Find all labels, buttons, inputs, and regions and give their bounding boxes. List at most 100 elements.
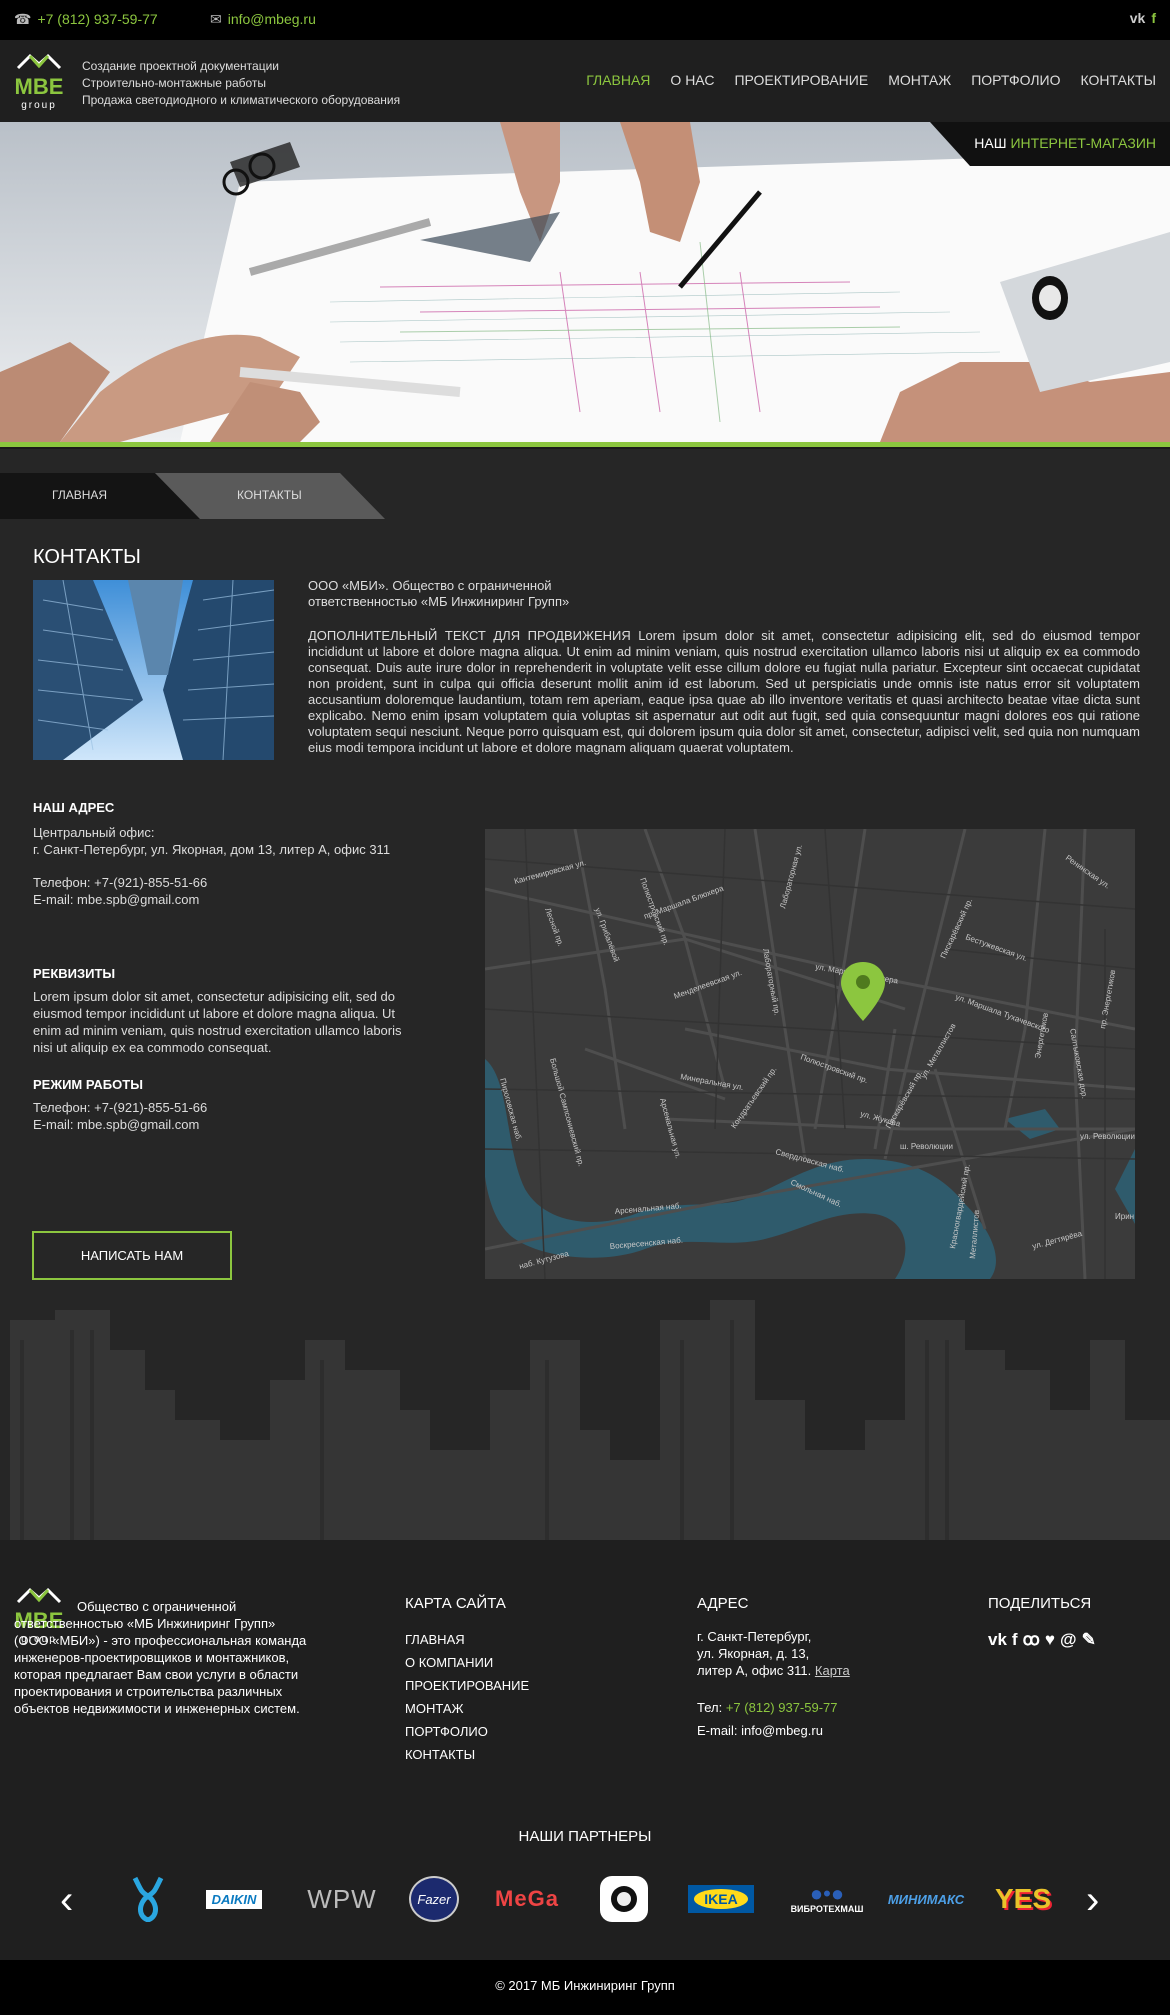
breadcrumb-current-label: КОНТАКТЫ bbox=[237, 488, 302, 502]
top-phone-link[interactable]: ☎ +7 (812) 937-59-77 bbox=[14, 11, 158, 28]
partner-yes-text[interactable]: YES bbox=[995, 1883, 1051, 1915]
partner-logo-minimax[interactable]: МИНИМАКС bbox=[885, 1876, 967, 1922]
write-us-button[interactable]: НАПИСАТЬ НАМ bbox=[32, 1231, 232, 1280]
carousel-prev-icon[interactable]: ‹ bbox=[60, 1878, 73, 1923]
top-social: vk f bbox=[1124, 10, 1156, 26]
dark-divider bbox=[0, 447, 1170, 449]
footer-email-label: E-mail: bbox=[697, 1723, 738, 1738]
carousel-next-icon[interactable]: › bbox=[1086, 1878, 1099, 1923]
partner-ikea-text[interactable]: IKEA bbox=[694, 1889, 748, 1909]
partners-carousel: ‹ DAIKIN WPW Fazer MeGa IKEA ●•● ВИБРОТЕ… bbox=[0, 1868, 1170, 1930]
top-phone-text[interactable]: +7 (812) 937-59-77 bbox=[37, 11, 157, 27]
company-name: ООО «МБИ». Общество с ограниченной ответ… bbox=[308, 578, 570, 609]
twitter-icon[interactable]: ♥ bbox=[1045, 1630, 1055, 1650]
hours-heading: РЕЖИМ РАБОТЫ bbox=[33, 1077, 143, 1092]
phone-icon: ☎ bbox=[14, 11, 32, 27]
address-heading: НАШ АДРЕС bbox=[33, 800, 115, 815]
logo-text: MBE bbox=[15, 74, 64, 99]
nav-installation[interactable]: МОНТАЖ bbox=[888, 72, 951, 88]
footer-address: г. Санкт-Петербург, ул. Якорная, д. 13, … bbox=[697, 1628, 850, 1679]
nav-home[interactable]: ГЛАВНАЯ bbox=[586, 72, 650, 88]
footer-address-line: литер А, офис 311. bbox=[697, 1663, 812, 1678]
footer-about: Общество с ограниченной ответственностью… bbox=[14, 1599, 307, 1716]
main-nav: ГЛАВНАЯ О НАС ПРОЕКТИРОВАНИЕ МОНТАЖ ПОРТ… bbox=[586, 72, 1156, 88]
hours-email[interactable]: E-mail: mbe.spb@gmail.com bbox=[33, 1116, 408, 1133]
nav-contacts[interactable]: КОНТАКТЫ bbox=[1080, 72, 1156, 88]
map-street: ш. Революции bbox=[900, 1142, 953, 1151]
footer-contacts: Тел: +7 (812) 937-59-77 E-mail: info@mbe… bbox=[697, 1696, 838, 1742]
partner-logo-wpw[interactable]: WPW bbox=[300, 1876, 384, 1922]
share-heading: ПОДЕЛИТЬСЯ bbox=[988, 1595, 1092, 1612]
odnoklassniki-icon[interactable]: ꝏ bbox=[1023, 1630, 1040, 1650]
partner-logo-fazer[interactable]: Fazer bbox=[408, 1876, 460, 1922]
sitemap-portfolio[interactable]: ПОРТФОЛИО bbox=[405, 1720, 529, 1743]
address-block: Центральный офис: г. Санкт-Петербург, ул… bbox=[33, 824, 408, 908]
partner-wpw-text[interactable]: WPW bbox=[307, 1884, 376, 1914]
top-email-link[interactable]: ✉ info@mbeg.ru bbox=[210, 11, 316, 28]
tagline-line: Строительно-монтажные работы bbox=[82, 76, 267, 90]
footer-address-heading: АДРЕС bbox=[697, 1595, 749, 1612]
partner-logo-mega[interactable]: MeGa bbox=[485, 1876, 569, 1922]
sitemap-design[interactable]: ПРОЕКТИРОВАНИЕ bbox=[405, 1674, 529, 1697]
city-skyline bbox=[0, 1280, 1170, 1540]
facebook-icon[interactable]: f bbox=[1012, 1630, 1018, 1650]
online-shop-link[interactable]: НАШ ИНТЕРНЕТ-МАГАЗИН bbox=[930, 122, 1170, 166]
shop-prefix[interactable]: НАШ bbox=[974, 135, 1006, 151]
shop-label[interactable]: ИНТЕРНЕТ-МАГАЗИН bbox=[1010, 135, 1156, 151]
footer-map-link[interactable]: Карта bbox=[815, 1663, 850, 1678]
hours-block: Телефон: +7-(921)-855-51-66 E-mail: mbe.… bbox=[33, 1099, 408, 1133]
logo-sub: group bbox=[21, 100, 57, 111]
logo[interactable]: MBE group bbox=[14, 50, 64, 112]
mail-icon[interactable]: @ bbox=[1060, 1630, 1077, 1650]
partner-logo-yota[interactable] bbox=[130, 1876, 166, 1922]
vk-icon[interactable]: vk bbox=[988, 1630, 1007, 1650]
dots-icon: ●•● bbox=[809, 1881, 845, 1906]
office-address: г. Санкт-Петербург, ул. Якорная, дом 13,… bbox=[33, 842, 391, 857]
site-footer: MBE group Общество с ограниченной ответс… bbox=[0, 1540, 1170, 1960]
partner-daikin-text[interactable]: DAIKIN bbox=[205, 1889, 263, 1909]
footer-email[interactable]: info@mbeg.ru bbox=[741, 1723, 823, 1738]
sitemap-installation[interactable]: МОНТАЖ bbox=[405, 1697, 529, 1720]
partner-logo-vibrotechmash[interactable]: ●•● ВИБРОТЕХМАШ bbox=[783, 1876, 871, 1922]
location-map[interactable]: Кантемировская ул. Лесной пр. ул. Грибал… bbox=[485, 829, 1135, 1279]
breadcrumb: ГЛАВНАЯ КОНТАКТЫ bbox=[0, 473, 390, 519]
facebook-icon[interactable]: f bbox=[1151, 10, 1156, 26]
page-title: КОНТАКТЫ bbox=[33, 546, 141, 568]
breadcrumb-home-label[interactable]: ГЛАВНАЯ bbox=[52, 488, 107, 502]
sitemap-company[interactable]: О КОМПАНИИ bbox=[405, 1651, 529, 1674]
nav-portfolio[interactable]: ПОРТФОЛИО bbox=[971, 72, 1060, 88]
sitemap-home[interactable]: ГЛАВНАЯ bbox=[405, 1628, 529, 1651]
hours-phone[interactable]: Телефон: +7-(921)-855-51-66 bbox=[33, 1099, 408, 1116]
partner-logo-camera[interactable] bbox=[598, 1876, 650, 1922]
partner-mega-text[interactable]: MeGa bbox=[495, 1886, 559, 1912]
top-email-text[interactable]: info@mbeg.ru bbox=[228, 11, 316, 27]
envelope-icon: ✉ bbox=[210, 11, 222, 27]
partner-logo-ikea[interactable]: IKEA bbox=[680, 1876, 762, 1922]
partner-logo-daikin[interactable]: DAIKIN bbox=[192, 1876, 276, 1922]
tagline: Создание проектной документации Строител… bbox=[82, 58, 400, 109]
partner-logo-yes[interactable]: YES bbox=[995, 1876, 1051, 1922]
hero-image bbox=[0, 122, 1170, 442]
nav-design[interactable]: ПРОЕКТИРОВАНИЕ bbox=[734, 72, 868, 88]
vk-icon[interactable]: vk bbox=[1130, 10, 1146, 26]
site-header: MBE group Создание проектной документаци… bbox=[0, 40, 1170, 122]
address-email[interactable]: E-mail: mbe.spb@gmail.com bbox=[33, 891, 408, 908]
footer-address-line: г. Санкт-Петербург, bbox=[697, 1629, 812, 1644]
tagline-line: Создание проектной документации bbox=[82, 59, 279, 73]
address-phone[interactable]: Телефон: +7-(921)-855-51-66 bbox=[33, 874, 408, 891]
partner-vibro-text[interactable]: ВИБРОТЕХМАШ bbox=[791, 1904, 864, 1914]
partner-fazer-text[interactable]: Fazer bbox=[409, 1876, 459, 1922]
requisites-text: Lorem ipsum dolor sit amet, consectetur … bbox=[33, 989, 402, 1055]
partners-heading: НАШИ ПАРТНЕРЫ bbox=[518, 1828, 652, 1845]
share-icons: vk f ꝏ ♥ @ ✎ bbox=[988, 1630, 1096, 1650]
footer-address-line: ул. Якорная, д. 13, bbox=[697, 1646, 810, 1661]
nav-about[interactable]: О НАС bbox=[670, 72, 714, 88]
hero-banner: НАШ ИНТЕРНЕТ-МАГАЗИН bbox=[0, 122, 1170, 442]
footer-tel[interactable]: +7 (812) 937-59-77 bbox=[726, 1700, 838, 1715]
top-bar: ☎ +7 (812) 937-59-77 ✉ info@mbeg.ru vk f bbox=[0, 0, 1170, 40]
sitemap-contacts[interactable]: КОНТАКТЫ bbox=[405, 1743, 529, 1766]
office-label: Центральный офис: bbox=[33, 825, 155, 840]
livejournal-icon[interactable]: ✎ bbox=[1082, 1630, 1096, 1650]
requisites-heading: РЕКВИЗИТЫ bbox=[33, 966, 116, 981]
partner-minimax-text[interactable]: МИНИМАКС bbox=[888, 1892, 964, 1907]
